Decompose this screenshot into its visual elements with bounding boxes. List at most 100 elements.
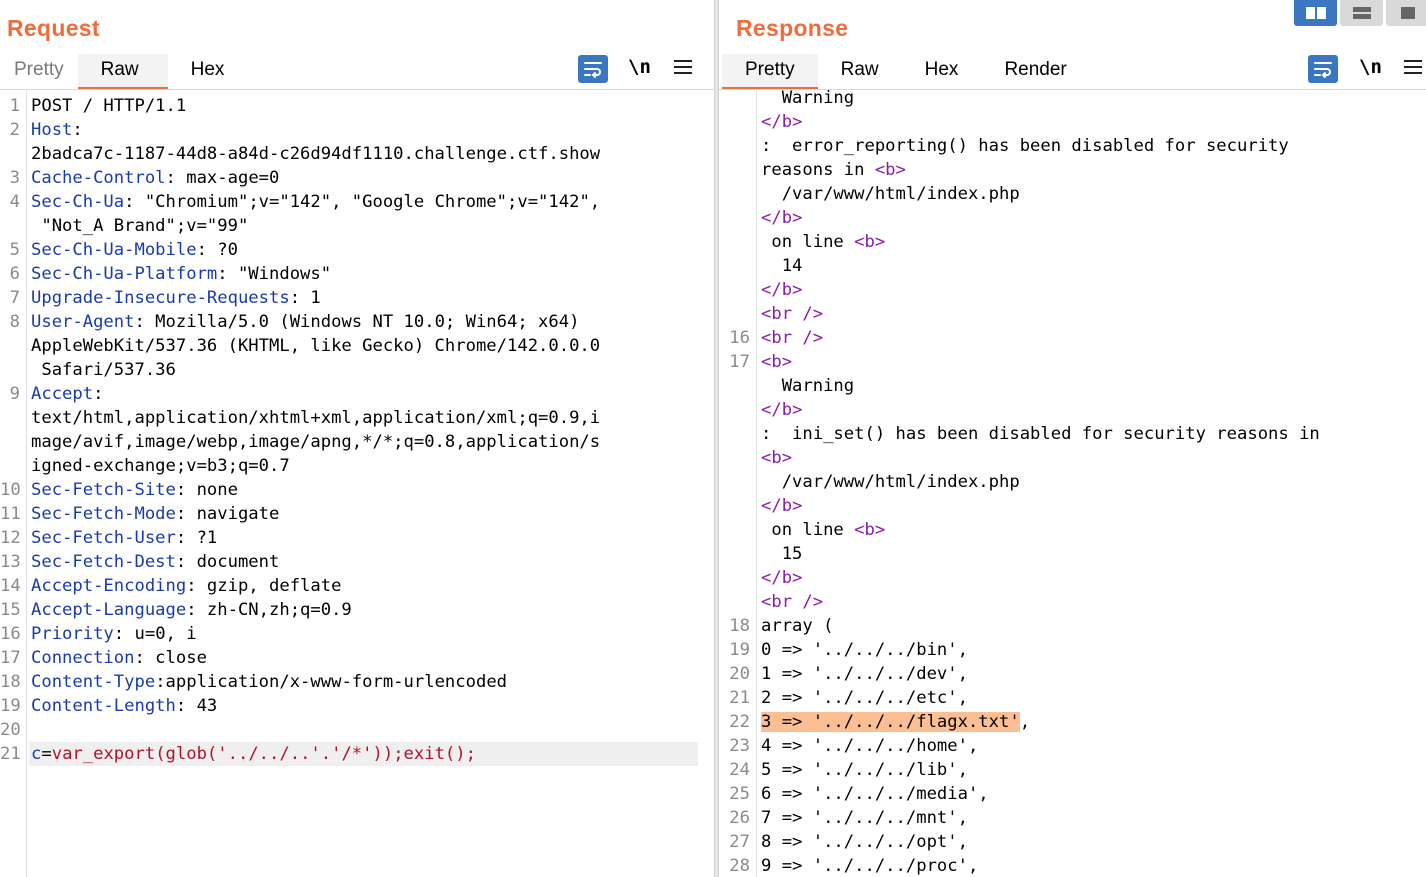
- response-line-text: Warning: [761, 86, 854, 110]
- response-line-text: </b>: [761, 278, 802, 302]
- text-content: array (: [761, 616, 834, 636]
- response-line: on line <b>: [719, 518, 1426, 542]
- response-line-text: 1 => '../../../dev',: [761, 662, 968, 686]
- request-line: 3 Cache-Control: max-age=0: [0, 166, 714, 190]
- text-content: reasons in: [761, 160, 875, 180]
- tab-response-render[interactable]: Render: [981, 54, 1089, 90]
- header-value: Safari/537.36: [31, 360, 176, 380]
- response-line-text: on line <b>: [761, 518, 885, 542]
- response-line: </b>: [719, 494, 1426, 518]
- tab-response-pretty[interactable]: Pretty: [722, 54, 818, 90]
- response-line: 19 0 => '../../../bin',: [719, 638, 1426, 662]
- header-name: Sec-Fetch-Dest: [31, 552, 176, 572]
- body-equals: =: [41, 744, 52, 764]
- response-line: 23 4 => '../../../home',: [719, 734, 1426, 758]
- request-show-newlines-toggle[interactable]: \n: [628, 56, 651, 78]
- line-number: 18: [0, 672, 21, 692]
- header-name: Sec-Ch-Ua-Mobile: [31, 240, 197, 260]
- request-line: 15 Accept-Language: zh-CN,zh;q=0.9: [0, 598, 714, 622]
- header-value: : "Chromium";v="142", "Google Chrome";v=…: [124, 192, 601, 212]
- request-line: mage/avif,image/webp,image/apng,*/*;q=0.…: [0, 430, 714, 454]
- header-value: 2badca7c-1187-44d8-a84d-c26d94df1110.cha…: [31, 144, 601, 164]
- html-tag: </b>: [761, 280, 803, 300]
- tab-request-raw[interactable]: Raw: [77, 54, 168, 90]
- tab-request-pretty[interactable]: Pretty: [0, 54, 78, 90]
- header-value: : close: [134, 648, 207, 668]
- response-line: 15: [719, 542, 1426, 566]
- header-name: Content-Type: [31, 672, 156, 692]
- header-name: User-Agent: [31, 312, 135, 332]
- tab-response-hex[interactable]: Hex: [902, 54, 982, 90]
- header-value: : 43: [175, 696, 218, 716]
- html-tag: </b>: [761, 496, 803, 516]
- header-name: Sec-Ch-Ua: [31, 192, 125, 212]
- response-line-text: <b>: [761, 350, 792, 374]
- response-line-text: 14: [761, 254, 803, 278]
- response-line: 16 <br />: [719, 326, 1426, 350]
- rows-icon: [1352, 7, 1371, 19]
- line-number: 13: [0, 552, 21, 572]
- response-line: reasons in <b>: [719, 158, 1426, 182]
- header-name: Cache-Control: [31, 168, 166, 188]
- header-value: : zh-CN,zh;q=0.9: [186, 600, 352, 620]
- request-wrap-lines-button[interactable]: [578, 55, 608, 83]
- request-line-text: Accept-Language: zh-CN,zh;q=0.9: [31, 598, 352, 622]
- html-tag: </b>: [761, 400, 803, 420]
- layout-tabs-button[interactable]: [1386, 0, 1426, 26]
- response-line-text: Warning: [761, 374, 854, 398]
- response-line: /var/www/html/index.php: [719, 470, 1426, 494]
- html-tag: <b>: [854, 232, 886, 252]
- wrap-lines-icon: [1314, 62, 1332, 78]
- header-value: mage/avif,image/webp,image/apng,*/*;q=0.…: [31, 432, 601, 452]
- request-line-text: Sec-Ch-Ua-Platform: "Windows": [31, 262, 331, 286]
- request-line-text: igned-exchange;v=b3;q=0.7: [31, 454, 290, 478]
- single-pane-icon: [1400, 7, 1415, 19]
- header-value: : "Windows": [217, 264, 332, 284]
- response-editor[interactable]: Warning </b> : error_reporting() has been …: [719, 88, 1426, 877]
- html-tag: <b>: [761, 448, 793, 468]
- request-line-text: text/html,application/xhtml+xml,applicat…: [31, 406, 600, 430]
- line-number: 3: [9, 168, 20, 188]
- line-number: 10: [0, 480, 21, 500]
- request-line-text: 2badca7c-1187-44d8-a84d-c26d94df1110.cha…: [31, 142, 600, 166]
- request-line: 2badca7c-1187-44d8-a84d-c26d94df1110.cha…: [0, 142, 714, 166]
- header-value: : document: [175, 552, 280, 572]
- tab-request-hex[interactable]: Hex: [168, 54, 248, 90]
- response-line-text: 7 => '../../../mnt',: [761, 806, 968, 830]
- html-tag: <b>: [761, 352, 793, 372]
- response-line: Warning: [719, 86, 1426, 110]
- request-editor[interactable]: 1 POST / HTTP/1.1 2 Host: 2badca7c-1187-44d8…: [0, 91, 714, 877]
- tab-response-raw[interactable]: Raw: [818, 54, 902, 90]
- header-value: : gzip, deflate: [186, 576, 342, 596]
- html-tag: </b>: [761, 568, 803, 588]
- header-value: : ?0: [196, 240, 238, 260]
- response-line-text: : ini_set() has been disabled for securi…: [761, 422, 1320, 446]
- response-show-newlines-toggle[interactable]: \n: [1359, 56, 1382, 78]
- layout-stacked-button[interactable]: [1340, 0, 1383, 26]
- request-line-text: "Not_A Brand";v="99": [31, 214, 248, 238]
- response-line-text: </b>: [761, 398, 802, 422]
- request-line-text: Sec-Fetch-Mode: navigate: [31, 502, 279, 526]
- request-menu-icon[interactable]: [674, 58, 692, 76]
- header-value: : navigate: [175, 504, 280, 524]
- response-line-text: /var/www/html/index.php: [761, 182, 1020, 206]
- request-line: 16 Priority: u=0, i: [0, 622, 714, 646]
- text-content: Warning: [761, 376, 855, 396]
- layout-side-by-side-button[interactable]: [1294, 0, 1337, 26]
- response-line-text: reasons in <b>: [761, 158, 906, 182]
- response-line-text: </b>: [761, 206, 802, 230]
- line-number: 16: [729, 328, 750, 348]
- response-wrap-lines-button[interactable]: [1308, 55, 1338, 83]
- request-line: text/html,application/xhtml+xml,applicat…: [0, 406, 714, 430]
- response-line-text: : error_reporting() has been disabled fo…: [761, 134, 1289, 158]
- text-content: 9 => '../../../proc',: [761, 856, 979, 876]
- response-line-text: array (: [761, 614, 833, 638]
- response-line: : error_reporting() has been disabled fo…: [719, 134, 1426, 158]
- response-menu-icon[interactable]: [1404, 58, 1422, 76]
- wrap-lines-icon: [584, 62, 602, 78]
- header-name: Accept: [31, 384, 94, 404]
- line-number: 20: [0, 720, 21, 740]
- html-tag: <br />: [761, 328, 824, 348]
- html-tag: <b>: [854, 520, 886, 540]
- text-content: /var/www/html/index.php: [761, 472, 1020, 492]
